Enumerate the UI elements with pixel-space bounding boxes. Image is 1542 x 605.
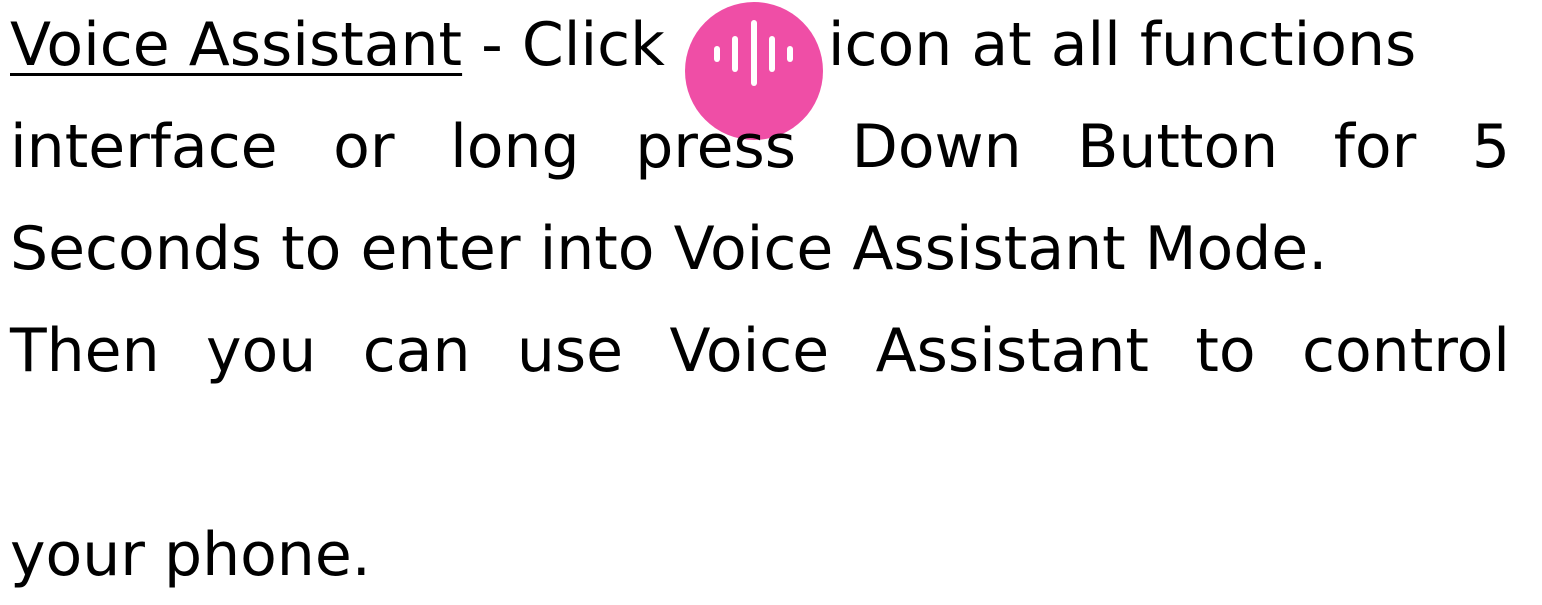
word: press [635, 112, 797, 182]
word: or [333, 112, 395, 182]
line-4: Then you can use Voice Assistant to cont… [10, 301, 1510, 401]
word: Assistant [875, 316, 1149, 386]
word: Down [851, 112, 1022, 182]
line-3: Seconds to enter into Voice Assistant Mo… [10, 199, 1510, 299]
word: to [1195, 316, 1256, 386]
word: long [450, 112, 580, 182]
word: 5 [1471, 112, 1510, 182]
word: can [362, 316, 471, 386]
word: interface [10, 112, 278, 182]
line-2: interface or long press Down Button for … [10, 97, 1510, 197]
section-heading: Voice Assistant [10, 10, 463, 80]
word: Button [1077, 112, 1279, 182]
voice-assistant-button[interactable] [682, 0, 828, 140]
mode-entry-text: Seconds to enter into Voice Assistant Mo… [10, 214, 1328, 284]
word: use [516, 316, 624, 386]
icon-location-text: icon at all functions [827, 10, 1417, 80]
word: for [1333, 112, 1417, 182]
word: Then [10, 316, 160, 386]
line-5: your phone. [10, 505, 1510, 605]
word: Voice [669, 316, 830, 386]
click-instruction-text: - Click [462, 10, 665, 80]
line-1: Voice Assistant - Click icon at all func… [10, 0, 1510, 140]
phone-control-text: your phone. [10, 520, 371, 590]
word: control [1301, 316, 1510, 386]
word: you [206, 316, 317, 386]
